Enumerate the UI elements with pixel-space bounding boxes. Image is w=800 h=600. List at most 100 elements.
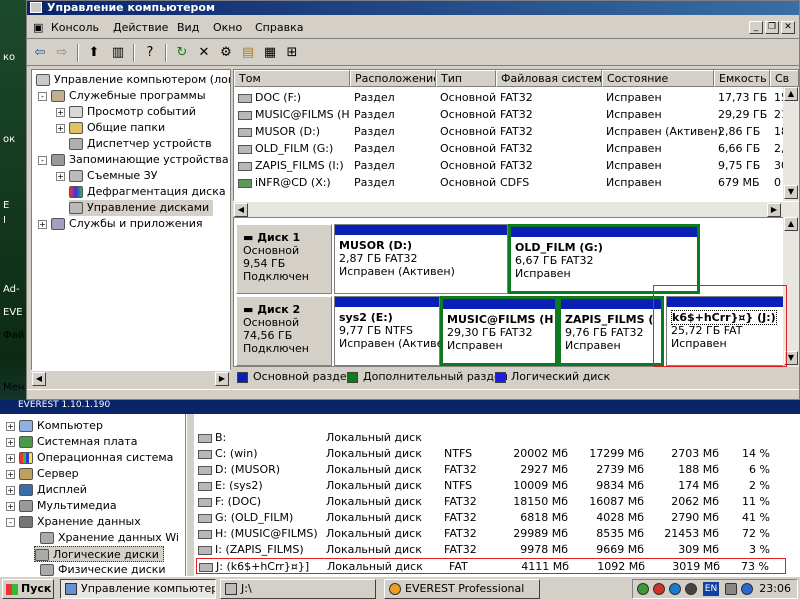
- column-header-filesystem[interactable]: Файловая система: [496, 70, 602, 87]
- scroll-right-icon[interactable]: ▶: [767, 203, 781, 217]
- menu-window[interactable]: Окно: [213, 21, 242, 34]
- tree-horizontal-scrollbar[interactable]: ◀ ▶: [31, 370, 231, 386]
- expand-icon[interactable]: +: [56, 107, 65, 117]
- language-indicator[interactable]: EN: [703, 582, 719, 596]
- expand-icon[interactable]: +: [6, 453, 15, 463]
- collapse-icon[interactable]: -: [6, 517, 15, 527]
- tree-item-display[interactable]: + Дисплей: [6, 482, 87, 498]
- network-icon[interactable]: [653, 583, 665, 595]
- task-everest[interactable]: EVEREST Professional: [384, 579, 540, 599]
- partition-musor[interactable]: MUSOR (D:) 2,87 ГБ FAT32 Исправен (Активен…: [334, 224, 508, 294]
- tree-item-storage-win[interactable]: Хранение данных Wi: [40, 530, 179, 546]
- tree-item-motherboard[interactable]: + Системная плата: [6, 434, 138, 450]
- disk-row[interactable]: C: (win) Локальный диск NTFS 20002 Мб 17299 …: [194, 446, 800, 462]
- clock[interactable]: 23:06: [759, 582, 791, 595]
- menu-console[interactable]: Консоль: [51, 21, 99, 34]
- disk-row[interactable]: B: Локальный диск: [194, 430, 800, 446]
- tree-item-storage[interactable]: - Хранение данных: [6, 514, 141, 530]
- expand-icon[interactable]: +: [38, 219, 47, 229]
- expand-icon[interactable]: +: [56, 123, 65, 133]
- collapse-icon[interactable]: -: [38, 155, 47, 165]
- tree-scrollbar[interactable]: [186, 414, 194, 576]
- info-icon[interactable]: [637, 583, 649, 595]
- disk-row[interactable]: G: (OLD_FILM) Локальный диск FAT32 6818 Мб 4…: [194, 510, 800, 526]
- forward-icon[interactable]: ⇨: [53, 44, 71, 62]
- save-icon[interactable]: ▦: [261, 44, 279, 62]
- disk-row[interactable]: I: (ZAPIS_FILMS) Локальный диск FAT32 9978 …: [194, 542, 800, 558]
- tree-item-device-manager[interactable]: Диспетчер устройств: [69, 136, 212, 152]
- properties-icon[interactable]: ?: [141, 44, 159, 62]
- tree-item-server[interactable]: + Сервер: [6, 466, 79, 482]
- column-header-capacity[interactable]: Емкость: [714, 70, 770, 87]
- monitor-icon[interactable]: [725, 583, 737, 595]
- refresh-icon[interactable]: ↻: [173, 44, 191, 62]
- tree-item-storage[interactable]: - Запоминающие устройства: [38, 152, 229, 168]
- disk-1-label[interactable]: ▬ Диск 1 Основной 9,54 ГБ Подключен: [236, 224, 332, 294]
- column-header-status[interactable]: Состояние: [602, 70, 714, 87]
- tree-item-physical-disks[interactable]: Физические диски: [40, 562, 166, 576]
- task-computer-management[interactable]: Управление компьютером: [60, 579, 216, 599]
- back-icon[interactable]: ⇦: [31, 44, 49, 62]
- up-folder-icon[interactable]: ⬆: [85, 44, 103, 62]
- volume-horizontal-scrollbar[interactable]: ◀ ▶: [233, 201, 799, 217]
- scroll-up-icon[interactable]: ▲: [784, 217, 798, 231]
- tree-item-computer[interactable]: + Компьютер: [6, 418, 103, 434]
- tree-item-root[interactable]: Управление компьютером (локаль: [36, 72, 230, 88]
- tree-item-services[interactable]: + Службы и приложения: [38, 216, 202, 232]
- export-icon[interactable]: ⊞: [283, 44, 301, 62]
- scroll-left-icon[interactable]: ◀: [32, 372, 46, 386]
- disk-row[interactable]: F: (DOC) Локальный диск FAT32 18150 Мб 16087…: [194, 494, 800, 510]
- volume-row[interactable]: MUSIC@FILMS (H:) Раздел Основной FAT32 Испра…: [234, 106, 798, 123]
- minimize-icon[interactable]: _: [749, 21, 763, 34]
- expand-icon[interactable]: +: [6, 501, 15, 511]
- tree-item-defrag[interactable]: Дефрагментация диска: [69, 184, 226, 200]
- scroll-left-icon[interactable]: ◀: [234, 203, 248, 217]
- start-button[interactable]: Пуск: [2, 579, 54, 599]
- disk-row[interactable]: E: (sys2) Локальный диск NTFS 10009 Мб 9834 …: [194, 478, 800, 494]
- expand-icon[interactable]: +: [56, 171, 65, 181]
- volume-row[interactable]: DOC (F:) Раздел Основной FAT32 Исправен 17,73…: [234, 89, 798, 106]
- expand-icon[interactable]: +: [6, 469, 15, 479]
- column-header-volume[interactable]: Том: [234, 70, 350, 87]
- show-tree-icon[interactable]: ▥: [109, 44, 127, 62]
- delete-icon[interactable]: ✕: [195, 44, 213, 62]
- expand-icon[interactable]: +: [6, 485, 15, 495]
- tree-item-logical-disks[interactable]: Логические диски: [34, 546, 164, 562]
- tree-item-multimedia[interactable]: + Мультимедиа: [6, 498, 117, 514]
- disk-row[interactable]: H: (MUSIC@FILMS) Локальный диск FAT32 29989…: [194, 526, 800, 542]
- scroll-right-icon[interactable]: ▶: [215, 372, 229, 386]
- volume-vertical-scrollbar[interactable]: ▲ ▼: [783, 87, 799, 201]
- column-header-location[interactable]: Расположение: [350, 70, 436, 87]
- tree-item-removable-storage[interactable]: + Съемные ЗУ: [56, 168, 157, 184]
- tree-item-os[interactable]: + Операционная система: [6, 450, 173, 466]
- volume-row[interactable]: OLD_FILM (G:) Раздел Основной FAT32 Исправен…: [234, 140, 798, 157]
- volume-row[interactable]: MUSOR (D:) Раздел Основной FAT32 Исправен (А…: [234, 123, 798, 140]
- volume-row[interactable]: ZAPIS_FILMS (I:) Раздел Основной FAT32 Испра…: [234, 157, 798, 174]
- menu-help[interactable]: Справка: [255, 21, 303, 34]
- menu-action[interactable]: Действие: [113, 21, 168, 34]
- collapse-icon[interactable]: -: [38, 91, 47, 101]
- disk-2-label[interactable]: ▬ Диск 2 Основной 74,56 ГБ Подключен: [236, 296, 332, 366]
- restore-icon[interactable]: ❐: [765, 21, 779, 34]
- volume-icon[interactable]: [685, 583, 697, 595]
- tree-item-shared-folders[interactable]: + Общие папки: [56, 120, 165, 136]
- tree-item-system-tools[interactable]: - Служебные программы: [38, 88, 206, 104]
- partition-zapis-films[interactable]: ZAPIS_FILMS (9,76 ГБ FAT32 Исправен: [558, 296, 664, 366]
- expand-icon[interactable]: +: [6, 437, 15, 447]
- column-header-free[interactable]: Св: [770, 70, 798, 87]
- connection-icon[interactable]: [741, 583, 753, 595]
- volume-row[interactable]: iNFR@CD (X:) Раздел Основной CDFS Исправен 67…: [234, 174, 798, 191]
- partition-music-films[interactable]: MUSIC@FILMS (H 29,30 ГБ FAT32 Исправен: [440, 296, 558, 366]
- open-icon[interactable]: ▤: [239, 44, 257, 62]
- tree-item-disk-management[interactable]: Управление дисками: [69, 200, 214, 216]
- partition-sys2[interactable]: sys2 (E:) 9,77 ГБ NTFS Исправен (Активе: [334, 296, 443, 366]
- scroll-down-icon[interactable]: ▼: [784, 185, 798, 199]
- expand-icon[interactable]: +: [6, 421, 15, 431]
- menu-view[interactable]: Вид: [177, 21, 199, 34]
- antivirus-icon[interactable]: [669, 583, 681, 595]
- settings-icon[interactable]: ⚙: [217, 44, 235, 62]
- menu-console-icon[interactable]: ▣: [33, 21, 43, 34]
- task-j-drive[interactable]: J:\: [220, 579, 376, 599]
- column-header-type[interactable]: Тип: [436, 70, 496, 87]
- partition-old-film[interactable]: OLD_FILM (G:) 6,67 ГБ FAT32 Исправен: [508, 224, 700, 294]
